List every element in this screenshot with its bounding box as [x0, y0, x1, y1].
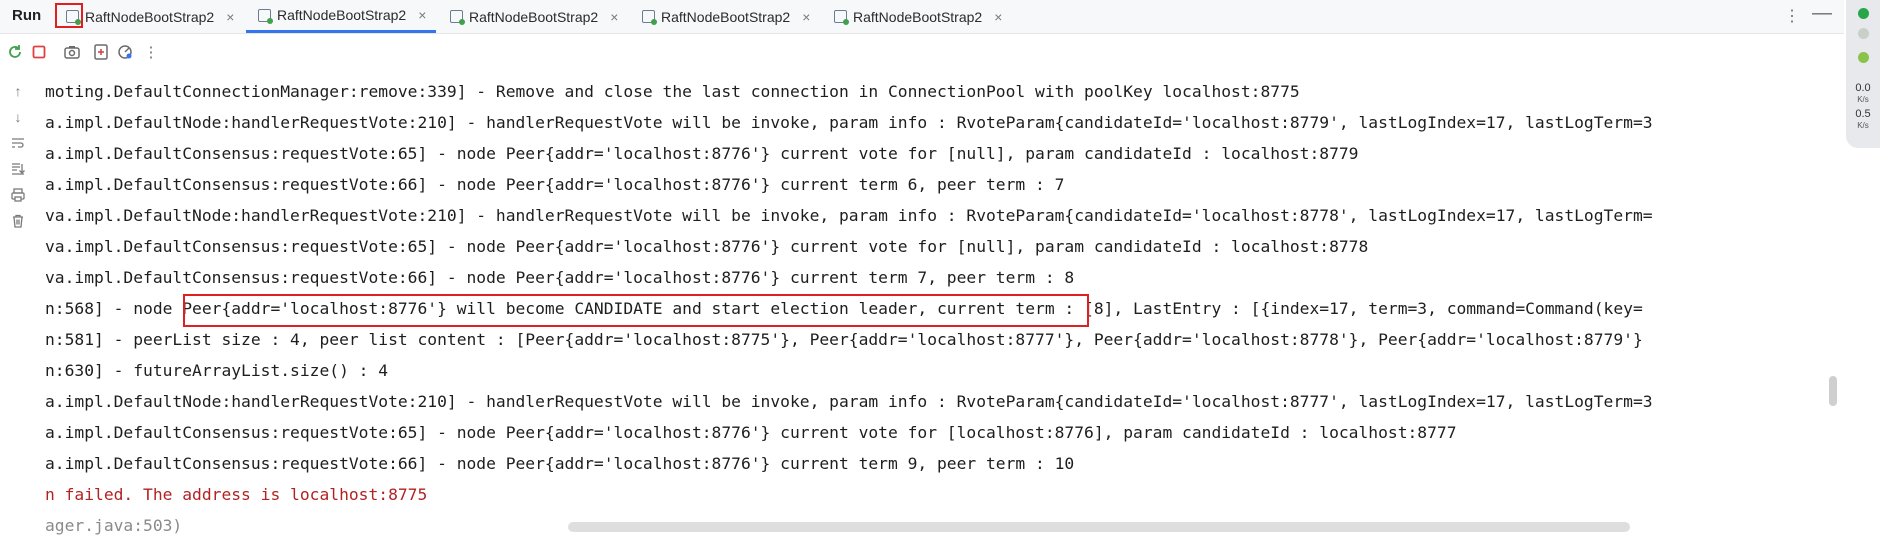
restore-layout-icon[interactable] [92, 43, 110, 61]
console-line: va.impl.DefaultConsensus:requestVote:66]… [45, 268, 1075, 287]
rerun-icon[interactable] [6, 43, 24, 61]
stop-icon[interactable] [30, 43, 48, 61]
status-dot-icon [1858, 8, 1869, 19]
trash-icon[interactable] [9, 212, 27, 230]
network-monitor-widget: 0.0 K/s 0.5 K/s [1846, 0, 1880, 148]
console-line: a.impl.DefaultConsensus:requestVote:65] … [45, 423, 1457, 442]
upload-unit: K/s [1857, 95, 1869, 104]
tab-label: RaftNodeBootStrap2 [469, 8, 599, 25]
tab-raftnode-4[interactable]: RaftNodeBootStrap2 × [642, 0, 810, 33]
console-line: n:581] - peerList size : 4, peer list co… [45, 330, 1643, 349]
run-config-icon [258, 8, 273, 24]
screenshot-icon[interactable] [63, 43, 81, 61]
close-icon[interactable]: × [802, 9, 810, 25]
more-options-icon[interactable]: ⋮ [1784, 6, 1800, 26]
console-output[interactable]: moting.DefaultConnectionManager:remove:3… [45, 76, 1837, 536]
tab-label: RaftNodeBootStrap2 [853, 8, 983, 25]
console-line: va.impl.DefaultConsensus:requestVote:65]… [45, 237, 1369, 256]
console-line: n:630] - futureArrayList.size() : 4 [45, 361, 389, 380]
console-line: a.impl.DefaultConsensus:requestVote:66] … [45, 175, 1065, 194]
print-icon[interactable] [9, 186, 27, 204]
close-icon[interactable]: × [994, 9, 1002, 25]
console-line-stacktrace[interactable]: ager.java:503) [45, 513, 182, 536]
download-unit: K/s [1857, 121, 1869, 130]
close-icon[interactable]: × [610, 9, 618, 25]
tab-label: RaftNodeBootStrap2 [85, 8, 215, 25]
console-line: a.impl.DefaultConsensus:requestVote:66] … [45, 454, 1075, 473]
coverage-icon[interactable] [116, 43, 134, 61]
annotation-highlight-candidate [183, 294, 1089, 327]
console-line: a.impl.DefaultNode:handlerRequestVote:21… [45, 113, 1653, 132]
tab-label: RaftNodeBootStrap2 [277, 7, 407, 23]
run-config-icon [642, 10, 657, 25]
run-toolbar: ⋮ [0, 34, 1844, 70]
download-speed: 0.5 [1855, 108, 1871, 120]
console-line-error: n failed. The address is localhost:8775 [45, 485, 428, 504]
status-dot-icon [1858, 52, 1869, 63]
tab-raftnode-5[interactable]: RaftNodeBootStrap2 × [834, 0, 1002, 33]
run-config-icon [450, 10, 465, 25]
minimize-icon[interactable]: — [1812, 2, 1832, 25]
tab-raftnode-2[interactable]: RaftNodeBootStrap2 × [246, 0, 436, 33]
run-config-icon [834, 10, 849, 25]
soft-wrap-icon[interactable] [9, 134, 27, 152]
console-line: moting.DefaultConnectionManager:remove:3… [45, 82, 1300, 101]
console-line: a.impl.DefaultConsensus:requestVote:65] … [45, 144, 1359, 163]
upload-speed: 0.0 [1855, 82, 1871, 94]
annotation-highlight-tab [55, 3, 83, 28]
horizontal-scrollbar[interactable] [568, 522, 1630, 532]
console-side-toolbar: ↑ ↓ [0, 72, 36, 536]
tab-label: RaftNodeBootStrap2 [661, 8, 791, 25]
tab-raftnode-1[interactable]: RaftNodeBootStrap2 × [66, 0, 234, 33]
close-icon[interactable]: × [418, 7, 426, 23]
console-line: a.impl.DefaultNode:handlerRequestVote:21… [45, 392, 1653, 411]
run-panel-label: Run [12, 7, 42, 24]
run-tool-window-header: Run RaftNodeBootStrap2 × RaftNodeBootStr… [0, 0, 1844, 34]
down-arrow-icon[interactable]: ↓ [9, 108, 27, 126]
console-line: va.impl.DefaultNode:handlerRequestVote:2… [45, 206, 1653, 225]
vertical-scrollbar[interactable] [1829, 376, 1837, 406]
scroll-to-end-icon[interactable] [9, 160, 27, 178]
status-dot-icon [1858, 28, 1869, 39]
up-arrow-icon[interactable]: ↑ [9, 82, 27, 100]
more-icon[interactable]: ⋮ [142, 43, 160, 61]
tab-raftnode-3[interactable]: RaftNodeBootStrap2 × [450, 0, 618, 33]
close-icon[interactable]: × [226, 9, 234, 25]
